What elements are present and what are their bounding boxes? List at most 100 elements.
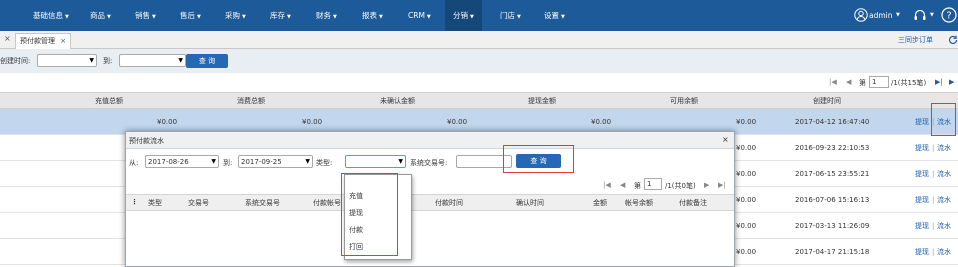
dialog-title-bar: 预付款流水 × [126,132,734,149]
nav-item-settings[interactable]: 设置 ▼ [544,0,565,31]
cell-available: ¥0.00 [736,118,757,126]
action-separator: | [932,222,935,230]
column-header-type[interactable]: 类型 [148,195,162,211]
column-header-confirm-time[interactable]: 确认时间 [516,195,544,211]
cell-available: ¥0.00 [736,222,757,230]
action-separator: | [932,196,935,204]
nav-item-after-sales[interactable]: 售后 ▼ [180,0,201,31]
column-header-created-time[interactable]: 创建时间 [813,93,841,109]
chevron-down-icon: ▼ [305,158,310,165]
chevron-down-icon: ▼ [152,14,156,20]
page-total: /1(共0笔) [665,182,696,190]
nav-item-inventory[interactable]: 库存 ▼ [270,0,291,31]
nav-item-purchase[interactable]: 采购 ▼ [225,0,246,31]
nav-item-sales[interactable]: 销售 ▼ [135,0,156,31]
action-separator: | [932,248,935,256]
grid-header: 充值总额 消费总额 未确认金额 提现金额 可用余额 创建时间 [0,92,958,109]
query-button[interactable]: 查 询 [186,54,228,68]
chevron-down-icon: ▼ [398,158,403,165]
main-pager: |◀ ◀ 第 1 /1(共15笔) ▶| ▶ [0,73,958,92]
chevron-down-icon[interactable]: ▼ [896,0,900,31]
column-header-pay-remark[interactable]: 付款备注 [679,195,707,211]
column-header-recharge-total[interactable]: 充值总额 [95,93,123,109]
chevron-down-icon: ▼ [333,14,337,20]
first-page-icon[interactable]: |◀ [603,181,611,189]
user-name[interactable]: admin [869,0,893,31]
prev-page-icon[interactable]: ◀ [846,78,851,86]
column-header-consume-total[interactable]: 消费总额 [237,93,265,109]
page-number-input[interactable]: 1 [869,76,889,88]
column-header-account-balance[interactable]: 帐号余额 [625,195,653,211]
nav-item-reports[interactable]: 报表 ▼ [362,0,383,31]
column-header-pay-time[interactable]: 付款时间 [435,195,463,211]
withdraw-link[interactable]: 提现 [915,109,929,135]
nav-item-goods[interactable]: 商品 ▼ [90,0,111,31]
column-header-trade-no[interactable]: 交易号 [188,195,209,211]
created-time-from-select[interactable]: ▼ [37,54,97,67]
first-page-icon[interactable]: |◀ [829,78,837,86]
cell-created-time: 2016-07-06 15:16:13 [795,196,870,204]
type-select[interactable]: ▼ [345,155,406,168]
flow-link[interactable]: 流水 [937,213,951,239]
prev-page-icon[interactable]: ◀ [620,181,625,189]
created-time-to-select[interactable]: ▼ [119,54,186,67]
top-nav-bar: 基础信息 ▼ 商品 ▼ 销售 ▼ 售后 ▼ 采购 ▼ 库存 ▼ 财务 ▼ 报表 ▼ CRM ▼ 分… [0,0,958,31]
close-icon[interactable]: × [60,37,66,45]
user-icon[interactable] [854,8,868,22]
column-header-system-trade-no[interactable]: 系统交易号 [245,195,280,211]
flow-link[interactable]: 流水 [937,239,951,265]
date-from-select[interactable]: 2017-08-26 ▼ [145,155,219,168]
nav-item-crm[interactable]: CRM ▼ [408,0,431,31]
cell-created-time: 2017-03-13 11:26:09 [795,222,870,230]
prepayment-flow-dialog: 预付款流水 × 从: 2017-08-26 ▼ 到: 2017-09-25 ▼ … [125,131,735,267]
cell-created-time: 2016-09-23 22:10:53 [795,144,870,152]
chevron-down-icon: ▼ [561,14,565,20]
column-header-available[interactable]: 可用余额 [670,93,698,109]
nav-item-store[interactable]: 门店 ▼ [500,0,521,31]
page-total: /1(共15笔) [891,79,927,87]
withdraw-link[interactable]: 提现 [915,135,929,161]
chevron-down-icon[interactable]: ▼ [930,0,934,31]
column-header-amount[interactable]: 金额 [593,195,607,211]
close-all-tabs-icon[interactable]: × [4,34,11,43]
headset-icon[interactable] [913,8,927,22]
from-label: 从: [129,159,139,167]
highlight-box-query-button [503,145,574,173]
withdraw-link[interactable]: 提现 [915,239,929,265]
flow-link[interactable]: 流水 [937,135,951,161]
withdraw-link[interactable]: 提现 [915,161,929,187]
filter-bar: 创建时间: ▼ 到: ▼ 查 询 [0,49,958,73]
cell-available: ¥0.00 [736,196,757,204]
flow-link[interactable]: 流水 [937,161,951,187]
to-label: 到: [103,57,113,65]
column-header-unconfirmed[interactable]: 未确认金额 [380,93,415,109]
chevron-down-icon: ▼ [89,57,94,64]
date-to-select[interactable]: 2017-09-25 ▼ [238,155,313,168]
column-header-withdraw[interactable]: 提现金额 [528,93,556,109]
chevron-down-icon: ▼ [287,14,291,20]
column-menu-icon[interactable]: ⋮ [131,198,138,206]
flow-link[interactable]: 流水 [937,187,951,213]
nav-item-distribution[interactable]: 分销 ▼ [445,0,482,31]
next-page-icon[interactable]: ▶| [935,78,943,86]
page-number-input[interactable]: 1 [644,178,662,190]
last-page-icon[interactable]: ▶| [718,181,726,189]
last-page-icon[interactable]: ▶ [949,78,954,86]
next-page-icon[interactable]: ▶ [704,181,709,189]
tab-prepayment-management[interactable]: 预付款管理 × [15,33,72,49]
column-header-pay-account[interactable]: 付款帐号 [313,195,341,211]
chevron-down-icon: ▼ [517,14,521,20]
withdraw-link[interactable]: 提现 [915,187,929,213]
nav-item-finance[interactable]: 财务 ▼ [316,0,337,31]
refresh-icon[interactable] [948,35,958,45]
chevron-down-icon: ▼ [470,14,474,20]
help-icon[interactable]: ? [941,7,957,23]
chevron-down-icon: ▼ [211,158,216,165]
dialog-grid-header: ⋮ 类型 交易号 系统交易号 付款帐号 付款时间 确认时间 金额 帐号余额 付款… [126,194,734,211]
system-trade-no-label: 系统交易号: [410,159,448,167]
withdraw-link[interactable]: 提现 [915,213,929,239]
sync-orders-button[interactable]: 三同步订单 [898,35,933,45]
close-icon[interactable]: × [722,135,729,144]
action-separator: | [932,170,935,178]
nav-item-basic-info[interactable]: 基础信息 ▼ [33,0,69,31]
